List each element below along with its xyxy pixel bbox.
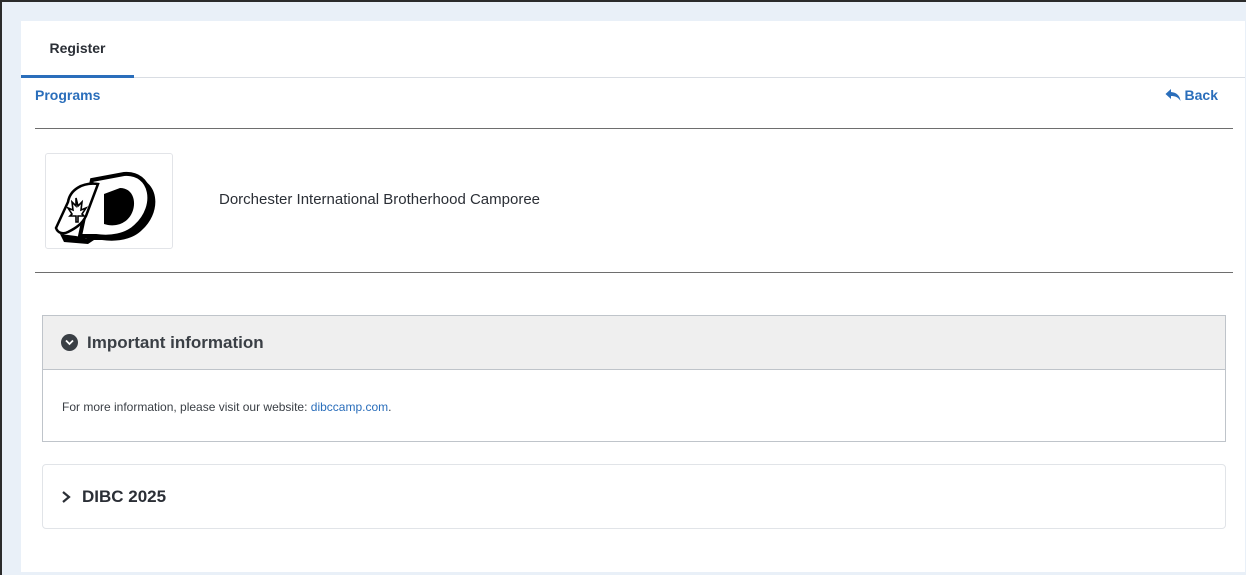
organization-name: Dorchester International Brotherhood Cam… [219, 191, 541, 208]
important-info-header[interactable]: Important information [43, 316, 1225, 370]
window-frame: Register Programs Back Dorchester Intern… [0, 0, 1246, 575]
info-text-end: . [388, 400, 392, 414]
program-title: DIBC 2025 [82, 486, 167, 506]
info-text: For more information, please visit our w… [62, 400, 311, 414]
back-label: Back [1184, 87, 1218, 103]
divider-top [35, 128, 1233, 129]
important-info-body: For more information, please visit our w… [43, 370, 1225, 414]
important-info-panel: Important information For more informati… [42, 315, 1226, 442]
dibc-logo-image [54, 171, 156, 244]
reply-arrow-icon [1165, 89, 1181, 101]
tab-bar: Register [21, 21, 1245, 78]
chevron-down-circle-icon[interactable] [61, 334, 78, 351]
tab-register[interactable]: Register [21, 21, 134, 78]
website-link[interactable]: dibccamp.com [311, 400, 388, 414]
organization-logo [45, 153, 173, 249]
divider-bottom [35, 272, 1233, 273]
program-dibc-2025[interactable]: DIBC 2025 [42, 464, 1226, 529]
chevron-right-icon [62, 490, 71, 503]
important-info-title: Important information [87, 332, 264, 352]
back-button[interactable]: Back [1165, 87, 1218, 103]
main-panel: Register Programs Back Dorchester Intern… [21, 21, 1245, 572]
breadcrumb-programs[interactable]: Programs [35, 87, 100, 103]
